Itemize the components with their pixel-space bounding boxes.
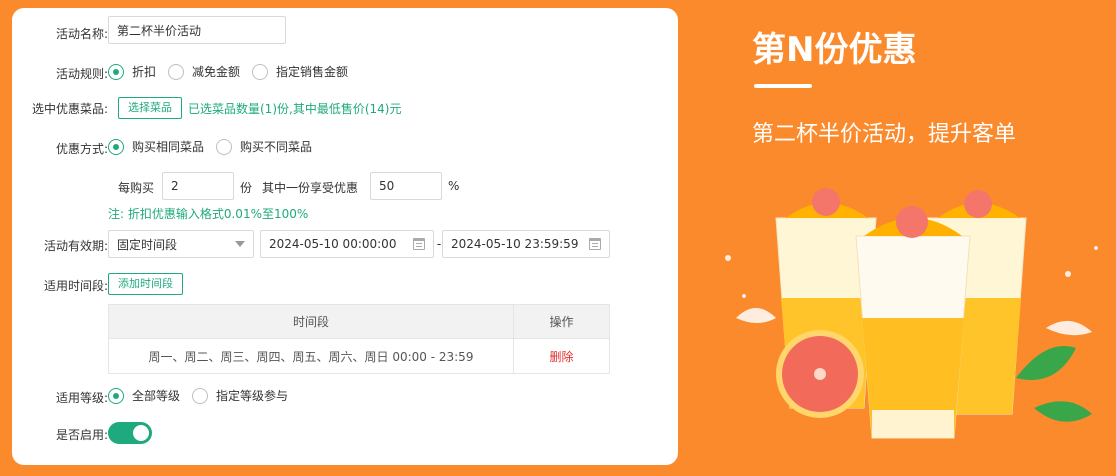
dish-label: 选中优惠菜品: xyxy=(31,102,108,116)
per-buy-input[interactable] xyxy=(162,172,234,200)
start-date-picker[interactable]: 2024-05-10 00:00:00 xyxy=(260,230,434,258)
level-label: 适用等级: xyxy=(55,391,108,405)
end-date-picker[interactable]: 2024-05-10 23:59:59 xyxy=(442,230,610,258)
promo-subtitle: 第二杯半价活动，提升客单 xyxy=(752,122,1017,147)
drink-illustration xyxy=(725,188,1098,439)
radio-unchecked-icon xyxy=(192,387,209,404)
level-option-all[interactable]: 全部等级 xyxy=(108,387,180,404)
action-cell: 删除 xyxy=(514,339,609,373)
activity-name-label: 活动名称: xyxy=(55,27,108,41)
radio-unchecked-icon xyxy=(252,63,269,80)
rule-option-reduction[interactable]: 减免金额 xyxy=(168,63,240,80)
method-option-same[interactable]: 购买相同菜品 xyxy=(108,138,204,155)
unit-label: 份 xyxy=(240,181,253,195)
validity-type-select[interactable]: 固定时间段 xyxy=(108,230,254,258)
radio-unchecked-icon xyxy=(216,138,233,155)
validity-label: 活动有效期: xyxy=(43,239,108,253)
radio-checked-icon xyxy=(108,63,124,80)
rule-label: 活动规则: xyxy=(55,67,108,81)
method-radio-group: 购买相同菜品 购买不同菜品 xyxy=(108,138,324,155)
add-time-slot-button[interactable]: 添加时间段 xyxy=(108,273,183,295)
time-slot-table: 时间段 操作 周一、周二、周三、周四、周五、周六、周日 00:00 - 23:5… xyxy=(108,304,610,374)
calendar-icon xyxy=(589,238,601,250)
table-row: 周一、周二、周三、周四、周五、周六、周日 00:00 - 23:59 删除 xyxy=(109,339,609,373)
level-option-specified[interactable]: 指定等级参与 xyxy=(192,387,288,404)
radio-checked-icon xyxy=(108,138,124,155)
calendar-icon xyxy=(413,238,425,250)
table-header-row: 时间段 操作 xyxy=(109,305,609,339)
start-date-value: 2024-05-10 00:00:00 xyxy=(269,237,397,251)
rule-option-discount[interactable]: 折扣 xyxy=(108,63,156,80)
time-slot-cell: 周一、周二、周三、周四、周五、周六、周日 00:00 - 23:59 xyxy=(109,339,514,373)
header-action: 操作 xyxy=(549,315,574,329)
discount-format-note: 注: 折扣优惠输入格式0.01%至100% xyxy=(108,207,309,221)
activity-name-input[interactable] xyxy=(108,16,286,44)
per-buy-label: 每购买 xyxy=(118,181,155,195)
rule-option-fixed-amount[interactable]: 指定销售金额 xyxy=(252,63,348,80)
select-dish-button[interactable]: 选择菜品 xyxy=(118,97,182,119)
level-radio-group: 全部等级 指定等级参与 xyxy=(108,387,300,404)
cup-front-icon xyxy=(855,206,971,439)
one-discount-label: 其中一份享受优惠 xyxy=(262,181,359,195)
settings-card: 活动名称: 活动规则: 折扣 减免金额 指定销售金额 选中优惠菜品: 选择菜品 … xyxy=(12,8,678,465)
chevron-down-icon xyxy=(235,241,245,247)
method-label: 优惠方式: xyxy=(55,142,108,156)
enable-label: 是否启用: xyxy=(55,428,108,442)
selected-dish-info: 已选菜品数量(1)份,其中最低售价(14)元 xyxy=(188,102,402,116)
percent-sign: % xyxy=(448,179,460,193)
promo-title: 第N份优惠 xyxy=(752,30,917,70)
radio-unchecked-icon xyxy=(168,63,185,80)
radio-checked-icon xyxy=(108,387,124,404)
header-time-slot: 时间段 xyxy=(109,305,514,338)
rule-radio-group: 折扣 减免金额 指定销售金额 xyxy=(108,63,360,80)
validity-type-value: 固定时间段 xyxy=(117,237,178,252)
grapefruit-icon xyxy=(776,330,864,418)
toggle-knob xyxy=(133,425,149,441)
end-date-value: 2024-05-10 23:59:59 xyxy=(451,237,579,251)
delete-link[interactable]: 删除 xyxy=(549,348,573,365)
leaf-icon xyxy=(1016,346,1092,422)
discount-input[interactable] xyxy=(370,172,442,200)
enable-toggle[interactable] xyxy=(108,422,152,444)
promo-divider xyxy=(754,84,812,88)
time-slot-label: 适用时间段: xyxy=(43,279,108,293)
method-option-different[interactable]: 购买不同菜品 xyxy=(216,138,312,155)
